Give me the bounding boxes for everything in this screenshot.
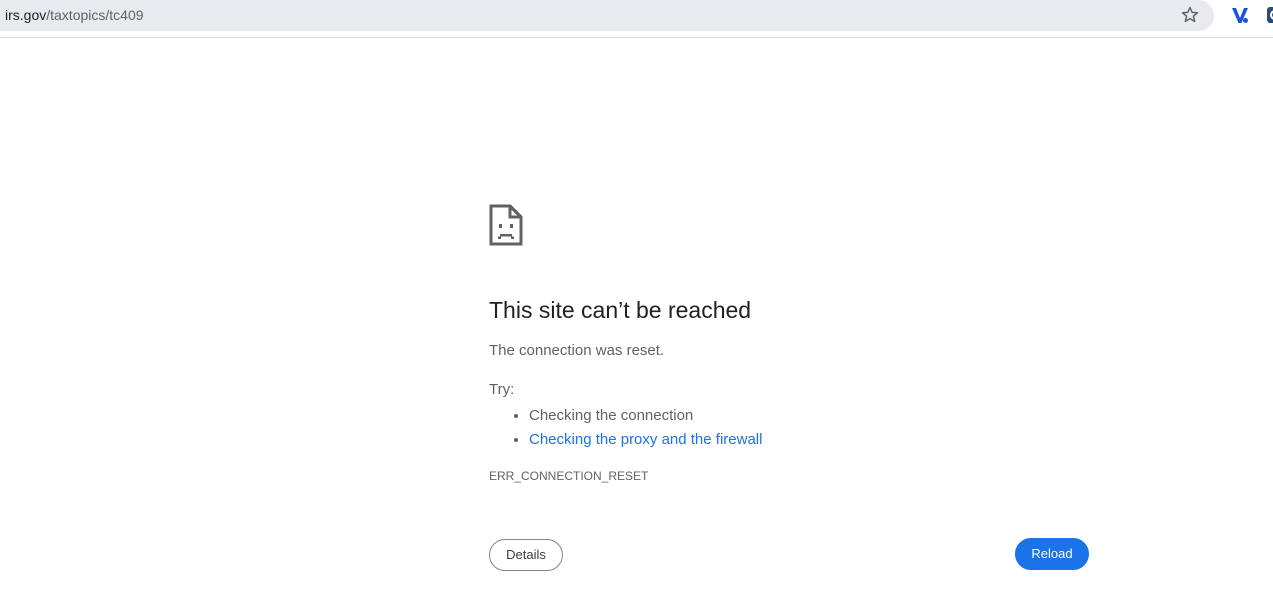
try-label: Try: (489, 381, 515, 398)
details-button[interactable]: Details (489, 539, 563, 571)
v-extension-icon[interactable] (1230, 5, 1250, 25)
reload-button[interactable]: Reload (1015, 538, 1089, 570)
url-text[interactable]: irs.gov/taxtopics/tc409 (5, 7, 144, 24)
extension-icon[interactable] (1266, 6, 1273, 24)
suggestion-check-connection: Checking the connection (529, 407, 694, 424)
browser-toolbar: irs.gov/taxtopics/tc409 (0, 0, 1273, 38)
suggestion-check-proxy-link[interactable]: Checking the proxy and the firewall (529, 431, 762, 448)
error-message: The connection was reset. (489, 342, 665, 359)
suggestion-item: Checking the connection (529, 404, 762, 428)
address-bar[interactable]: irs.gov/taxtopics/tc409 (0, 0, 1214, 31)
url-host: irs.gov (5, 7, 47, 23)
url-path: /taxtopics/tc409 (46, 7, 144, 23)
sad-page-icon (489, 204, 523, 246)
error-code: ERR_CONNECTION_RESET (489, 469, 649, 483)
star-outline-icon[interactable] (1180, 5, 1200, 25)
suggestions-list: Checking the connection Checking the pro… (489, 404, 762, 452)
error-headline: This site can’t be reached (489, 297, 752, 323)
suggestion-item: Checking the proxy and the firewall (529, 428, 762, 452)
